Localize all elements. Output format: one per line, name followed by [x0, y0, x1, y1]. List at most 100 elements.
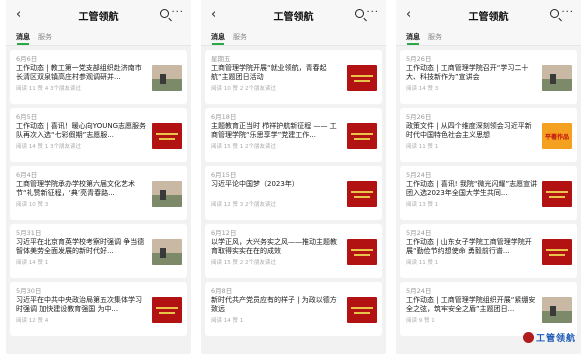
article-list: 星期五 工商管理学院开展“就业领航，青春起航”主题团日活动 阅读 10 赞 2 … — [201, 46, 386, 336]
article-meta: 阅读 14 赞 1 3个朋友读过 — [16, 144, 81, 150]
article-title[interactable]: 新时代共产党员应有的样子 | 为政以德方致远 — [211, 296, 343, 314]
article-title[interactable]: 工作动态 | 教工第一党支部组织赴济南市长清区双泉镇高庄村参观调研并... — [16, 64, 148, 82]
article-date: 6月8日 — [211, 287, 233, 295]
article-date: 5月24日 — [406, 171, 432, 179]
article-card[interactable]: 5月26日 政策文件 | 从四个维度深刻领会习近平新时代中国特色社会主义思想 阅… — [400, 108, 577, 162]
article-title[interactable]: 习近平论中国梦（2023年） — [211, 180, 343, 189]
article-thumbnail[interactable] — [152, 239, 182, 265]
article-date: 6月4日 — [16, 171, 38, 179]
article-title[interactable]: 工商管理学院开展“就业领航，青春起航”主题团日活动 — [211, 64, 343, 82]
tab-bar: 消息 服务 — [6, 30, 191, 46]
article-meta: 阅读 10 赞 2 2个朋友读过 — [211, 86, 276, 92]
article-thumbnail[interactable] — [152, 123, 182, 149]
top-bar: ‹ 工管领航 ··· — [396, 0, 581, 30]
article-date: 5月30日 — [16, 287, 42, 295]
tab-services[interactable]: 服务 — [38, 32, 52, 42]
more-icon[interactable]: ··· — [171, 7, 184, 18]
article-card[interactable]: 5月24日 工作动态 | 山东女子学院工商管理学院开展“勤俭节约想使命 勇毅前行… — [400, 224, 577, 278]
article-title[interactable]: 习近平在中共中央政治局第五次集体学习时强调 加快建设教育强国 为中... — [16, 296, 148, 314]
article-thumbnail[interactable] — [347, 123, 377, 149]
thumbnail-caption: 平著作品 — [544, 134, 569, 141]
tab-services[interactable]: 服务 — [233, 32, 247, 42]
article-title[interactable]: 主题教育正当时 栉祥护航新征程 —— 工商管理学院“乐思享学”党建工作... — [211, 122, 343, 140]
article-thumbnail[interactable] — [542, 181, 572, 207]
phone-screen-3: ‹ 工管领航 ··· 消息 服务 5月26日 工作动态 | 工商管理学院召开“学… — [396, 0, 581, 354]
article-list: 5月26日 工作动态 | 工商管理学院召开“学习二十大、科技新作为”宣讲会 阅读… — [396, 46, 581, 336]
article-title[interactable]: 工作动态 | 喜讯! 我院“微光闪耀”志愿宣讲团入选2023年全国大学生共同..… — [406, 180, 538, 198]
article-title[interactable]: 工作动态 | 工商管理学院召开“学习二十大、科技新作为”宣讲会 — [406, 64, 538, 82]
article-card[interactable]: 星期五 工商管理学院开展“就业领航，青春起航”主题团日活动 阅读 10 赞 2 … — [205, 50, 382, 104]
article-card[interactable]: 5月26日 工作动态 | 工商管理学院召开“学习二十大、科技新作为”宣讲会 阅读… — [400, 50, 577, 104]
article-date: 5月26日 — [406, 113, 432, 121]
article-thumbnail[interactable] — [542, 239, 572, 265]
article-title[interactable]: 工作动态 | 山东女子学院工商管理学院开展“勤俭节约想使命 勇毅前行谱... — [406, 238, 538, 256]
article-card[interactable]: 5月31日 习近平在北京育英学校考察时强调 争当德智体美劳全面发展的新时代好..… — [10, 224, 187, 278]
article-date: 5月31日 — [16, 229, 42, 237]
article-thumbnail[interactable] — [542, 65, 572, 91]
article-card[interactable]: 5月24日 工作动态 | 工商管理学院组织开展“紧绷安全之弦，筑牢安全之盾”主题… — [400, 282, 577, 336]
article-thumbnail[interactable] — [542, 297, 572, 323]
article-meta: 阅读 15 赞 2 2个朋友读过 — [211, 260, 276, 266]
article-date: 5月24日 — [406, 287, 432, 295]
article-date: 6月6日 — [16, 55, 38, 63]
top-bar: ‹ 工管领航 ··· — [6, 0, 191, 30]
tab-messages[interactable]: 消息 — [211, 32, 225, 45]
article-thumbnail[interactable]: 平著作品 — [542, 123, 572, 149]
article-date: 6月5日 — [16, 113, 38, 121]
tab-messages[interactable]: 消息 — [406, 32, 420, 45]
article-date: 6月18日 — [211, 113, 237, 121]
article-thumbnail[interactable] — [152, 65, 182, 91]
article-title[interactable]: 政策文件 | 从四个维度深刻领会习近平新时代中国特色社会主义思想 — [406, 122, 538, 140]
article-meta: 阅读 15 赞 1 2个朋友读过 — [211, 144, 276, 150]
article-date: 5月26日 — [406, 55, 432, 63]
article-date: 星期五 — [211, 55, 231, 63]
article-thumbnail[interactable] — [152, 297, 182, 323]
article-title[interactable]: 工作动态 | 工商管理学院组织开展“紧绷安全之弦，筑牢安全之盾”主题团日... — [406, 296, 538, 314]
more-icon[interactable]: ··· — [561, 7, 574, 18]
tab-messages[interactable]: 消息 — [16, 32, 30, 45]
article-title[interactable]: 工商管理学院承办学校第六届文化艺术节“礼赞新征程，‘典’亮青春路... — [16, 180, 148, 198]
article-card[interactable]: 6月4日 工商管理学院承办学校第六届文化艺术节“礼赞新征程，‘典’亮青春路...… — [10, 166, 187, 220]
article-title[interactable]: 以学正风，大兴务实之风——推动主题教育取得实实在在的成效 — [211, 238, 343, 256]
article-thumbnail[interactable] — [347, 65, 377, 91]
tab-services[interactable]: 服务 — [428, 32, 442, 42]
article-card[interactable]: 6月12日 以学正风，大兴务实之风——推动主题教育取得实实在在的成效 阅读 15… — [205, 224, 382, 278]
search-icon[interactable] — [355, 9, 364, 18]
phone-screen-1: ‹ 工管领航 ··· 消息 服务 6月6日 工作动态 | 教工第一党支部组织赴济… — [6, 0, 191, 354]
article-card[interactable]: 6月8日 新时代共产党员应有的样子 | 为政以德方致远 阅读 14 赞 1 — [205, 282, 382, 336]
search-icon[interactable] — [550, 9, 559, 18]
article-card[interactable]: 6月5日 工作动态 | 喜讯！暖心向YOUNG志愿服务队再次入选“七彩假期”志愿… — [10, 108, 187, 162]
article-card[interactable]: 6月15日 习近平论中国梦（2023年） 阅读 12 赞 3 2个朋友读过 — [205, 166, 382, 220]
article-thumbnail[interactable] — [347, 297, 377, 323]
article-card[interactable]: 5月24日 工作动态 | 喜讯! 我院“微光闪耀”志愿宣讲团入选2023年全国大… — [400, 166, 577, 220]
more-icon[interactable]: ··· — [366, 7, 379, 18]
article-date: 6月12日 — [211, 229, 237, 237]
phone-screen-2: ‹ 工管领航 ··· 消息 服务 星期五 工商管理学院开展“就业领航，青春起航”… — [201, 0, 386, 354]
article-card[interactable]: 6月6日 工作动态 | 教工第一党支部组织赴济南市长清区双泉镇高庄村参观调研并.… — [10, 50, 187, 104]
article-meta: 阅读 11 赞 4 3个朋友读过 — [16, 86, 81, 92]
article-card[interactable]: 5月30日 习近平在中共中央政治局第五次集体学习时强调 加快建设教育强国 为中.… — [10, 282, 187, 336]
tab-bar: 消息 服务 — [201, 30, 386, 46]
article-thumbnail[interactable] — [152, 181, 182, 207]
article-card[interactable]: 6月18日 主题教育正当时 栉祥护航新征程 —— 工商管理学院“乐思享学”党建工… — [205, 108, 382, 162]
watermark: 工管领航 — [522, 331, 576, 344]
article-list: 6月6日 工作动态 | 教工第一党支部组织赴济南市长清区双泉镇高庄村参观调研并.… — [6, 46, 191, 336]
article-meta: 阅读 11 赞 1 — [406, 260, 439, 266]
article-meta: 阅读 14 赞 1 — [211, 318, 244, 324]
article-meta: 阅读 10 赞 3 — [16, 202, 49, 208]
article-meta: 阅读 14 赞 1 — [16, 260, 49, 266]
article-meta: 阅读 9 赞 1 — [406, 318, 435, 324]
article-thumbnail[interactable] — [347, 239, 377, 265]
article-meta: 阅读 12 赞 4 — [16, 318, 49, 324]
article-title[interactable]: 工作动态 | 喜讯！暖心向YOUNG志愿服务队再次入选“七彩假期”志愿服... — [16, 122, 148, 140]
tab-bar: 消息 服务 — [396, 30, 581, 46]
article-thumbnail[interactable] — [347, 181, 377, 207]
article-meta: 阅读 13 赞 1 — [406, 202, 439, 208]
search-icon[interactable] — [160, 9, 169, 18]
article-meta: 阅读 14 赞 3 — [406, 86, 439, 92]
article-meta: 阅读 11 赞 1 — [406, 144, 439, 150]
article-date: 6月15日 — [211, 171, 237, 179]
watermark-text: 工管领航 — [535, 334, 576, 344]
article-title[interactable]: 习近平在北京育英学校考察时强调 争当德智体美劳全面发展的新时代好... — [16, 238, 148, 256]
article-date: 5月24日 — [406, 229, 432, 237]
